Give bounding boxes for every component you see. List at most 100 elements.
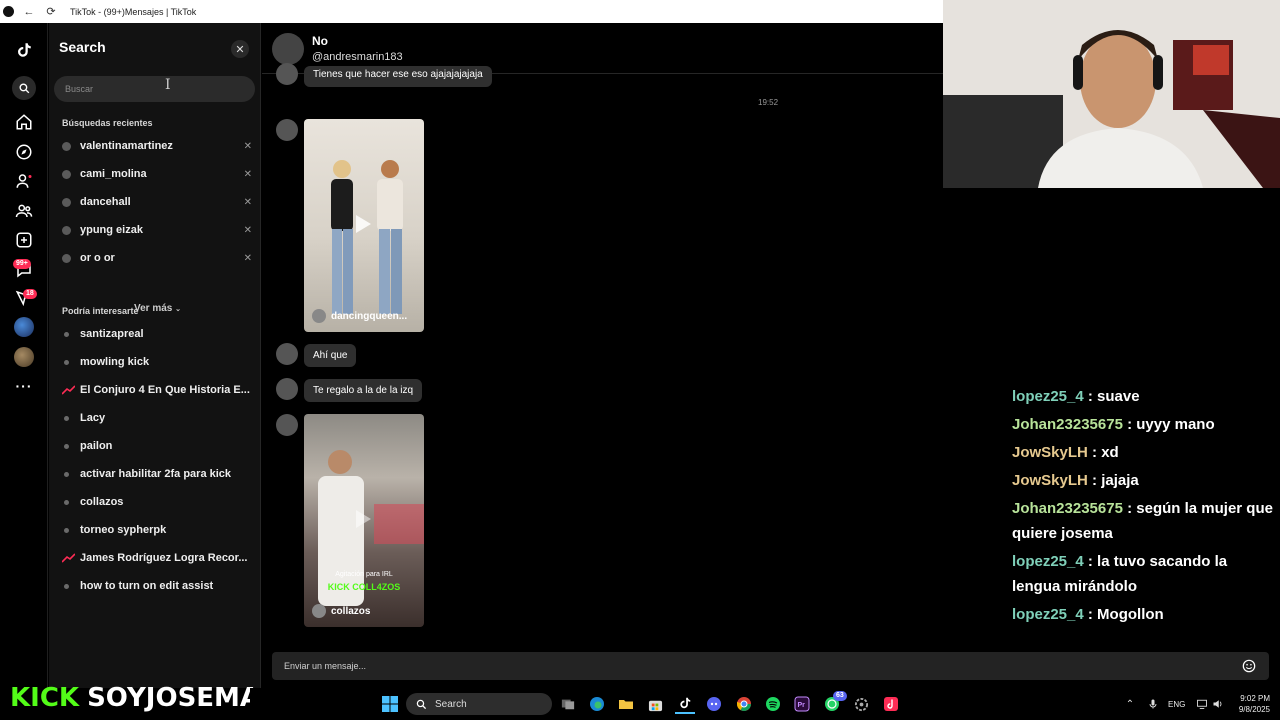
shared-video-card[interactable]: Agitación para IRL KICK COLL4ZOS collazo…	[304, 414, 424, 627]
contact-handle[interactable]: @andresmarin183	[312, 51, 403, 63]
explore-icon[interactable]	[12, 140, 36, 164]
volume-icon[interactable]	[1208, 694, 1228, 714]
video-caption-brand: KICK COLL4ZOS	[327, 582, 401, 592]
chevron-down-icon: ⌄	[175, 306, 182, 313]
chat-username: lopez25_4	[1012, 388, 1084, 405]
stream-chat-line: lopez25_4 : la tuvo sacando la lengua mi…	[1012, 553, 1228, 595]
suggestion-item[interactable]: Lacy	[62, 407, 252, 429]
bullet-icon	[64, 583, 69, 589]
suggestion-item[interactable]: mowling kick	[62, 351, 252, 373]
message-avatar[interactable]	[276, 63, 298, 85]
search-panel-title: Search	[59, 39, 106, 55]
language-indicator[interactable]: ENG	[1168, 700, 1185, 709]
shared-video-card[interactable]: dancingqueen...	[304, 119, 424, 332]
recent-search-item[interactable]: dancehall ✕	[62, 191, 252, 213]
chat-username: lopez25_4	[1012, 606, 1084, 623]
suggestions-heading: Podría interesarte	[62, 306, 139, 316]
following-icon[interactable]	[12, 169, 36, 193]
edge-icon[interactable]	[587, 694, 607, 714]
contact-name[interactable]: No	[312, 34, 328, 48]
author-avatar	[312, 604, 326, 618]
play-icon[interactable]	[356, 510, 371, 528]
tiktok-logo-icon[interactable]	[12, 38, 36, 62]
remove-icon[interactable]: ✕	[244, 197, 252, 208]
suggestion-item[interactable]: torneo sypherpk	[62, 519, 252, 541]
recent-search-item[interactable]: ypung eizak ✕	[62, 219, 252, 241]
remove-icon[interactable]: ✕	[244, 225, 252, 236]
chrome-icon[interactable]	[734, 694, 754, 714]
webcam-image	[943, 0, 1280, 188]
spotify-icon[interactable]	[763, 694, 783, 714]
chevron-up-icon[interactable]: ⌃	[1120, 694, 1140, 714]
search-input[interactable]	[54, 76, 255, 102]
play-icon[interactable]	[356, 215, 371, 233]
tiktok-taskbar-icon[interactable]	[675, 694, 695, 714]
refresh-icon[interactable]: ⟳	[40, 1, 62, 23]
suggestion-item[interactable]: pailon	[62, 435, 252, 457]
chat-username: lopez25_4	[1012, 553, 1084, 570]
screen: ← ⟳ TikTok - (99+)Mensajes | TikTok 99+	[0, 0, 1280, 720]
taskbar-search[interactable]: Search	[406, 693, 552, 715]
message-avatar[interactable]	[276, 414, 298, 436]
recent-search-item[interactable]: valentinamartinez ✕	[62, 135, 252, 157]
suggestion-item[interactable]: activar habilitar 2fa para kick	[62, 463, 252, 485]
suggestion-item[interactable]: how to turn on edit assist	[62, 575, 252, 597]
upload-icon[interactable]	[12, 228, 36, 252]
friends-icon[interactable]	[12, 199, 36, 223]
window-title: TikTok - (99+)Mensajes | TikTok	[70, 6, 197, 17]
back-icon[interactable]: ←	[18, 1, 40, 23]
tiktok-app-icon[interactable]	[881, 694, 901, 714]
system-clock[interactable]: 9:02 PM 9/8/2025	[1230, 693, 1270, 715]
task-view-icon[interactable]	[558, 694, 578, 714]
message-input[interactable]	[272, 652, 1222, 680]
home-icon[interactable]	[12, 110, 36, 134]
windows-start-icon[interactable]	[380, 694, 400, 714]
stream-chat-line: Johan23235675 : según la mujer que quier…	[1012, 500, 1273, 542]
chat-username: Johan23235675	[1012, 500, 1123, 517]
video-author: collazos	[312, 604, 370, 618]
profile-avatar[interactable]	[14, 347, 34, 367]
remove-icon[interactable]: ✕	[244, 169, 252, 180]
activity-badge: 18	[23, 289, 37, 299]
bullet-icon	[64, 359, 69, 365]
store-icon[interactable]	[645, 694, 665, 714]
remove-icon[interactable]: ✕	[244, 141, 252, 152]
bullet-icon	[64, 415, 69, 421]
message-avatar[interactable]	[276, 119, 298, 141]
bullet-icon	[64, 331, 69, 337]
recent-search-item[interactable]: cami_molina ✕	[62, 163, 252, 185]
clock-icon	[62, 169, 71, 179]
stream-chat-line: JowSkyLH : jajaja	[1012, 472, 1139, 489]
video-author: dancingqueen...	[312, 309, 407, 323]
search-icon[interactable]	[12, 76, 36, 100]
suggestion-item[interactable]: El Conjuro 4 En Que Historia E...	[62, 379, 252, 401]
remove-icon[interactable]: ✕	[244, 253, 252, 264]
trending-icon	[62, 553, 75, 563]
message-avatar[interactable]	[276, 343, 298, 365]
channel-name: SOYJOSEMA	[87, 683, 261, 713]
see-more-button[interactable]: Ver más ⌄	[134, 303, 181, 314]
settings-icon[interactable]	[851, 694, 871, 714]
suggestion-item[interactable]: santizapreal	[62, 323, 252, 345]
tiktok-favicon-icon	[3, 6, 14, 17]
close-icon[interactable]: ✕	[231, 40, 249, 58]
nav-rail: 99+ 18 ···	[0, 23, 48, 688]
live-avatar[interactable]	[14, 317, 34, 337]
browser-titlebar: ← ⟳ TikTok - (99+)Mensajes | TikTok	[0, 0, 943, 23]
file-explorer-icon[interactable]	[616, 694, 636, 714]
text-cursor-icon: I	[165, 77, 171, 93]
message-avatar[interactable]	[276, 378, 298, 400]
suggestion-item[interactable]: James Rodríguez Logra Recor...	[62, 547, 252, 569]
discord-icon[interactable]	[704, 694, 724, 714]
contact-avatar[interactable]	[272, 33, 304, 65]
premiere-icon[interactable]: Pr	[792, 694, 812, 714]
search-icon	[416, 699, 427, 709]
trending-icon	[62, 385, 75, 395]
more-icon[interactable]: ···	[12, 374, 36, 398]
microphone-icon[interactable]	[1143, 694, 1163, 714]
bullet-icon	[64, 443, 69, 449]
emoji-icon[interactable]	[1242, 659, 1256, 673]
recent-search-item[interactable]: or o or ✕	[62, 247, 252, 269]
kick-brand: KICK	[10, 683, 80, 713]
suggestion-item[interactable]: collazos	[62, 491, 252, 513]
